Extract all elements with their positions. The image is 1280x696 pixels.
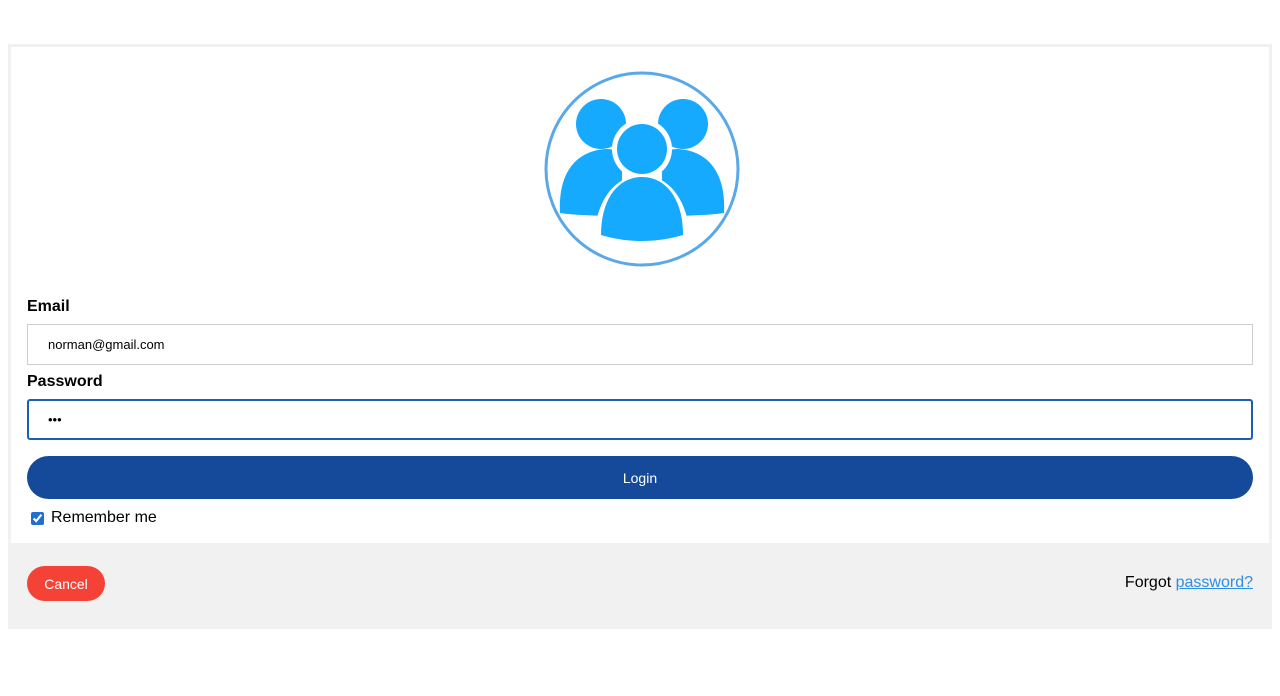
- avatar-container: [11, 47, 1269, 287]
- remember-me-row[interactable]: Remember me: [31, 507, 157, 529]
- forgot-password-text: Forgot password?: [1125, 573, 1253, 593]
- email-field[interactable]: [27, 324, 1253, 365]
- password-label: Password: [27, 373, 103, 390]
- login-form: Email Password Login Remember me Cancel …: [8, 44, 1272, 629]
- remember-me-label: Remember me: [51, 509, 157, 526]
- email-label: Email: [27, 298, 70, 315]
- login-button[interactable]: Login: [27, 456, 1253, 499]
- forgot-password-link[interactable]: password?: [1176, 574, 1253, 591]
- users-group-icon: [544, 71, 740, 267]
- remember-me-checkbox[interactable]: [31, 511, 44, 525]
- forgot-prefix: Forgot: [1124, 574, 1172, 591]
- form-footer: Cancel Forgot password?: [11, 543, 1269, 629]
- cancel-button[interactable]: Cancel: [27, 566, 105, 601]
- password-field[interactable]: [27, 399, 1253, 440]
